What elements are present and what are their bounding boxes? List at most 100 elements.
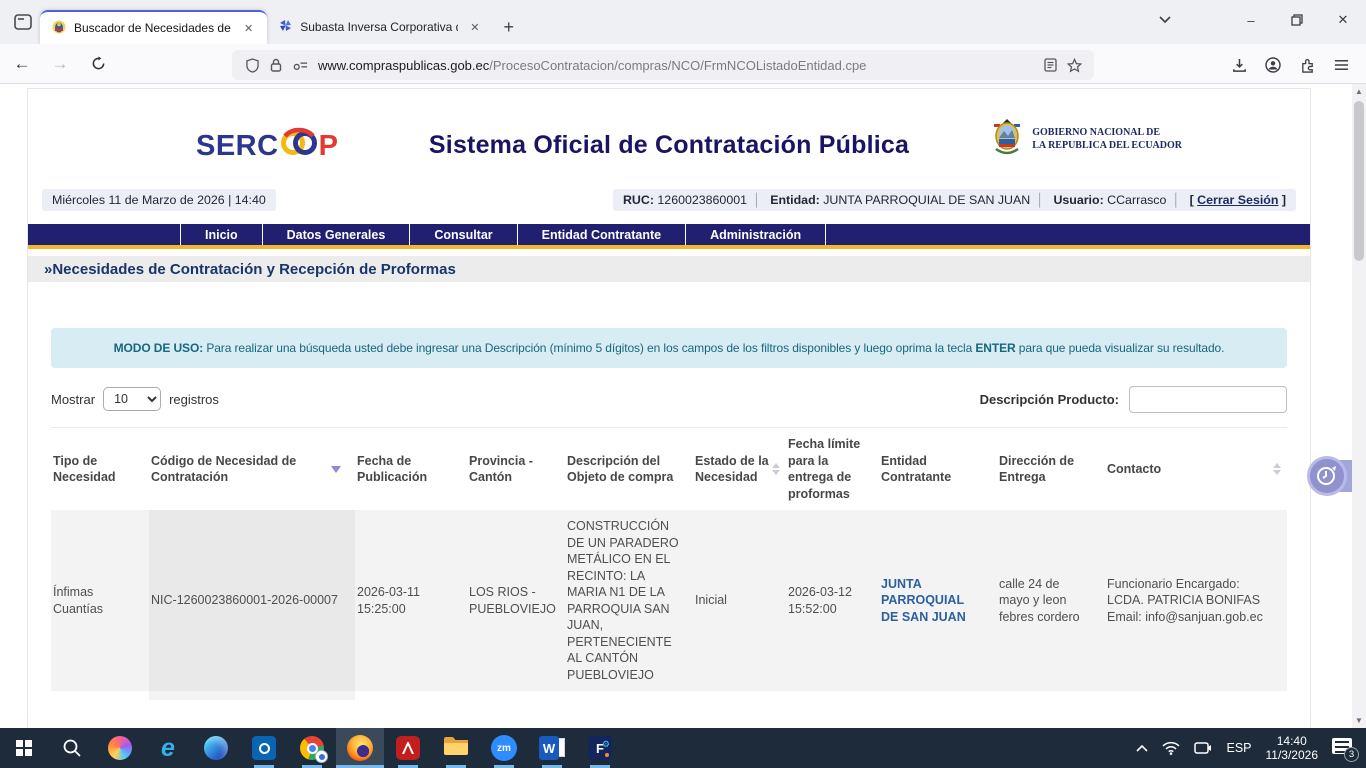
- language-indicator[interactable]: ESP: [1226, 741, 1251, 755]
- logout-wrap: [ Cerrar Sesión ]: [1190, 193, 1286, 207]
- nav-item-entidad-contratante[interactable]: Entidad Contratante: [518, 224, 687, 245]
- word-icon: W: [539, 736, 565, 760]
- lock-icon[interactable]: [264, 58, 288, 72]
- clock-icon[interactable]: [1307, 456, 1347, 496]
- minimize-button[interactable]: –: [1228, 0, 1274, 40]
- page-title: »Necesidades de Contratación y Recepción…: [28, 256, 1310, 282]
- tab-title: Subasta Inversa Corporativa de: [300, 20, 459, 34]
- screen: Buscador de Necesidades de Co ✕ Subasta …: [0, 0, 1366, 768]
- chrome-icon: [300, 736, 328, 763]
- cell-estado: Inicial: [695, 593, 727, 608]
- taskbar-forticlient[interactable]: F ⚙: [576, 728, 624, 768]
- taskbar-word[interactable]: W: [528, 728, 576, 768]
- main-navigation: Inicio Datos Generales Consultar Entidad…: [28, 224, 1310, 245]
- reader-view-icon[interactable]: [1038, 58, 1062, 72]
- close-window-button[interactable]: ✕: [1320, 0, 1366, 40]
- extensions-icon[interactable]: [1290, 50, 1324, 80]
- acrobat-icon: [396, 736, 420, 760]
- datetime-badge: Miércoles 11 de Marzo de 2026 | 14:40: [42, 189, 276, 211]
- taskbar-chrome[interactable]: [288, 728, 336, 768]
- logout-bracket-close: ]: [1278, 193, 1286, 207]
- url-bar[interactable]: www.compraspublicas.gob.ec/ProcesoContra…: [232, 50, 1094, 80]
- cell-descripcion: CONSTRUCCIÓN DE UN PARADERO METÁLICO EN …: [567, 519, 679, 682]
- entidad-link[interactable]: JUNTA PARROQUIAL DE SAN JUAN: [881, 576, 983, 626]
- start-button[interactable]: [0, 728, 48, 768]
- tab-close-icon[interactable]: ✕: [466, 19, 483, 36]
- col-header-entidad[interactable]: Entidad Contratante: [879, 428, 997, 510]
- tab-close-icon[interactable]: ✕: [240, 20, 257, 37]
- downloads-icon[interactable]: [1222, 50, 1256, 80]
- bookmark-star-icon[interactable]: [1062, 57, 1086, 73]
- nav-item-administracion[interactable]: Administración: [686, 224, 827, 245]
- vertical-scrollbar[interactable]: ▲ ▼: [1352, 84, 1366, 728]
- nav-item-inicio[interactable]: Inicio: [180, 224, 263, 245]
- table-row: Ínfimas Cuantías NIC-1260023860001-2026-…: [51, 510, 1287, 691]
- taskbar-copilot[interactable]: [96, 728, 144, 768]
- zoom-icon: zm: [491, 735, 517, 761]
- back-icon[interactable]: ←: [6, 48, 38, 80]
- list-all-tabs-icon[interactable]: [1148, 0, 1182, 40]
- col-header-direccion[interactable]: Dirección de Entrega: [997, 428, 1105, 510]
- forward-icon[interactable]: →: [44, 48, 76, 80]
- browser-tab-inactive[interactable]: Subasta Inversa Corporativa de ✕: [267, 10, 493, 44]
- taskbar-edge[interactable]: [192, 728, 240, 768]
- col-header-estado[interactable]: Estado de la Necesidad: [693, 428, 786, 510]
- gold-stripe: [28, 245, 1310, 249]
- taskbar-file-explorer[interactable]: [432, 728, 480, 768]
- logout-link[interactable]: Cerrar Sesión: [1197, 193, 1278, 207]
- taskbar-outlook[interactable]: [240, 728, 288, 768]
- firefox-view-icon[interactable]: [12, 11, 34, 33]
- col-header-provincia[interactable]: Provincia - Cantón: [467, 428, 565, 510]
- nav-item-datos-generales[interactable]: Datos Generales: [263, 224, 411, 245]
- account-icon[interactable]: [1256, 50, 1290, 80]
- page-size-select[interactable]: 10: [103, 387, 162, 411]
- meet-now-icon[interactable]: [1194, 741, 1212, 755]
- firefox-icon: [347, 735, 373, 761]
- floating-timer-widget[interactable]: [1307, 456, 1363, 496]
- url-text[interactable]: www.compraspublicas.gob.ec/ProcesoContra…: [318, 58, 1038, 73]
- taskbar-firefox[interactable]: [336, 728, 384, 768]
- restore-button[interactable]: [1274, 0, 1320, 40]
- browser-toolbar: ← → www.compraspublicas.gob.ec/ProcesoCo…: [0, 44, 1366, 84]
- tray-date: 11/3/2026: [1265, 748, 1319, 762]
- reload-icon[interactable]: [82, 48, 114, 80]
- col-header-descripcion[interactable]: Descripción del Objeto de compra: [565, 428, 693, 510]
- ruc-value: 1260023860001: [657, 193, 747, 207]
- url-path: /ProcesoContratacion/compras/NCO/FrmNCOL…: [489, 57, 867, 73]
- menu-hamburger-icon[interactable]: [1324, 50, 1358, 80]
- scroll-up-icon[interactable]: ▲: [1352, 84, 1366, 99]
- permissions-icon[interactable]: [288, 59, 312, 71]
- col-header-fecha-publicacion[interactable]: Fecha de Publicación: [355, 428, 467, 510]
- windows-taskbar: e zm W F ⚙ ESP 14:40 11/3/2026 3: [0, 728, 1366, 768]
- page-viewport: SERC P Sistema Oficial de Contratación P…: [0, 84, 1366, 728]
- site-header: SERC P Sistema Oficial de Contratación P…: [28, 89, 1310, 185]
- col-header-fecha-limite[interactable]: Fecha límite para la entrega de proforma…: [786, 428, 879, 510]
- taskbar-zoom[interactable]: zm: [480, 728, 528, 768]
- sort-both-icon: [1273, 463, 1281, 475]
- new-tab-button[interactable]: +: [493, 17, 524, 44]
- cell-fecha-publicacion: 2026-03-11 15:25:00: [357, 585, 421, 616]
- nav-item-consultar[interactable]: Consultar: [410, 224, 518, 245]
- scrollbar-thumb[interactable]: [1354, 101, 1364, 261]
- col-header-tipo[interactable]: Tipo de Necesidad: [51, 428, 149, 510]
- col-header-codigo[interactable]: Código de Necesidad de Contratación: [149, 428, 355, 510]
- usuario-value: CCarrasco: [1107, 193, 1167, 207]
- product-description-input[interactable]: [1129, 385, 1287, 413]
- entidad-label: Entidad:: [770, 193, 820, 207]
- taskbar-internet-explorer[interactable]: e: [144, 728, 192, 768]
- col-header-contacto[interactable]: Contacto: [1105, 428, 1287, 510]
- tray-chevron-up-icon[interactable]: [1136, 744, 1149, 752]
- search-button[interactable]: [48, 728, 96, 768]
- sort-both-icon: [772, 463, 780, 475]
- tray-clock[interactable]: 14:40 11/3/2026: [1266, 734, 1319, 762]
- usage-body: Para realizar una búsqueda usted debe in…: [203, 341, 976, 355]
- scroll-down-icon[interactable]: ▼: [1352, 713, 1366, 728]
- taskbar-acrobat[interactable]: [384, 728, 432, 768]
- shield-icon[interactable]: [240, 57, 264, 73]
- copilot-icon: [108, 736, 132, 760]
- browser-tab-active[interactable]: Buscador de Necesidades de Co ✕: [40, 10, 268, 44]
- table-header-row: Tipo de Necesidad Código de Necesidad de…: [51, 427, 1287, 510]
- notification-center-icon[interactable]: 3: [1332, 738, 1359, 762]
- url-domain: www.compraspublicas.gob.ec: [318, 57, 490, 73]
- wifi-icon[interactable]: [1162, 741, 1181, 755]
